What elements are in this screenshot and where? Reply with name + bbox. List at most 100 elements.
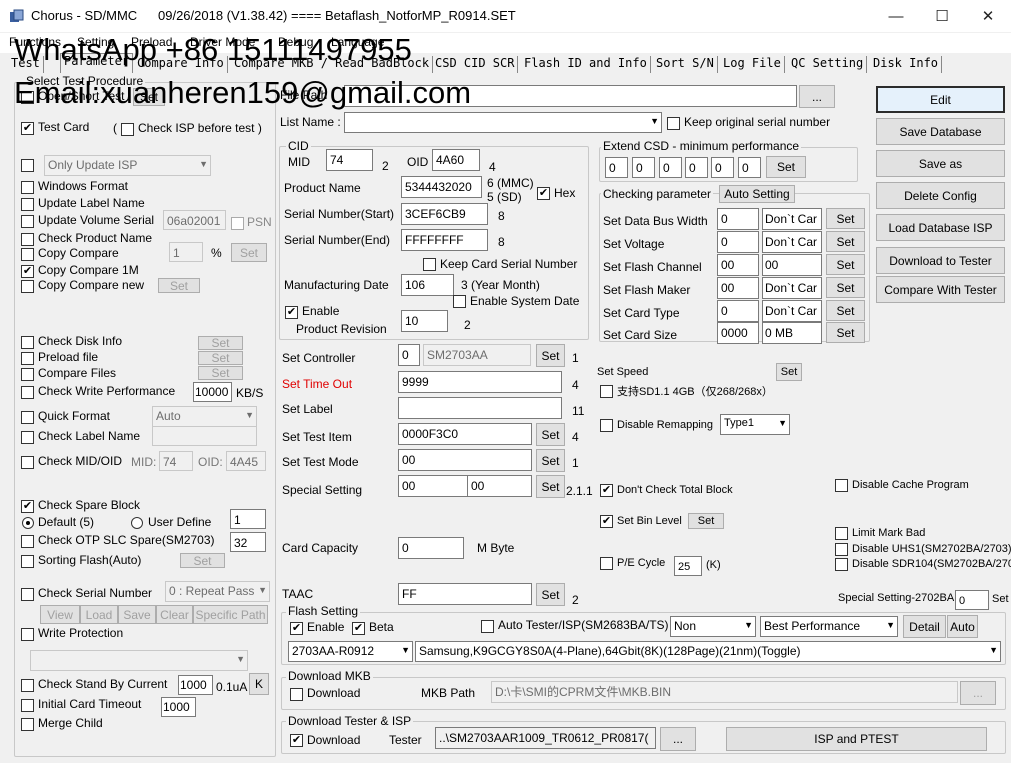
download-to-tester-button[interactable]: Download to Tester	[876, 247, 1005, 274]
csd-input-1[interactable]: 0	[605, 157, 628, 178]
tab-log-file[interactable]: Log File	[720, 56, 785, 73]
disable-sdr104-checkbox[interactable]	[835, 558, 848, 571]
initial-card-timeout-checkbox[interactable]	[21, 699, 34, 712]
isp-ptest-button[interactable]: ISP and PTEST	[726, 727, 987, 751]
special-input-2[interactable]: 00	[467, 475, 532, 497]
auto-button[interactable]: Auto	[947, 615, 978, 638]
serial-start-input[interactable]: 3CEF6CB9	[401, 203, 488, 225]
tab-disk-info[interactable]: Disk Info	[870, 56, 943, 73]
windows-format-checkbox[interactable]	[21, 181, 34, 194]
special-2702-set-button[interactable]: Set	[992, 593, 1009, 605]
test-mode-set-button[interactable]: Set	[536, 449, 565, 472]
check-mid-oid-checkbox[interactable]	[21, 456, 34, 469]
check-row-value[interactable]: 0	[717, 208, 759, 230]
write-performance-input[interactable]: 10000	[193, 382, 232, 402]
sorting-flash-checkbox[interactable]	[21, 555, 34, 568]
auto-setting-button[interactable]: Auto Setting	[719, 185, 795, 203]
card-capacity-input[interactable]: 0	[398, 537, 464, 559]
tester-download-checkbox[interactable]: ✔	[290, 734, 303, 747]
mkb-browse-button[interactable]: ...	[960, 681, 996, 705]
stand-by-current-input[interactable]: 1000	[178, 675, 213, 695]
check-row-value[interactable]: 0000	[717, 322, 759, 344]
sd11-checkbox[interactable]	[600, 385, 613, 398]
time-out-input[interactable]: 9999	[398, 371, 562, 393]
volume-serial-input[interactable]: 06a02001	[163, 210, 226, 230]
merge-child-checkbox[interactable]	[21, 718, 34, 731]
product-name-input[interactable]: 5344432020	[401, 176, 482, 198]
oid-param-input[interactable]: 4A60	[432, 149, 480, 171]
check-otp-slc-checkbox[interactable]	[21, 535, 34, 548]
test-item-input[interactable]: 0000F3C0	[398, 423, 532, 445]
save-database-button[interactable]: Save Database	[876, 118, 1005, 145]
quick-format-select[interactable]: Auto ▼	[152, 406, 257, 427]
serial-number-select[interactable]: 0 : Repeat Pass ▼	[165, 581, 270, 602]
remap-type-select[interactable]: Type1 ▼	[720, 414, 790, 435]
clear-button[interactable]: Clear	[156, 605, 193, 624]
tester-path-input[interactable]: ..\SM2703AAR1009_TR0612_PR0817(	[435, 727, 656, 749]
default-radio[interactable]	[22, 517, 34, 529]
copy-compare-1m-checkbox[interactable]: ✔	[21, 265, 34, 278]
special-2702-input[interactable]: 0	[955, 590, 989, 610]
copy-compare-new-set-button[interactable]: Set	[158, 278, 200, 293]
flash-select[interactable]: Samsung,K9GCGY8S0A(4-Plane),64Gbit(8K)(1…	[415, 641, 1001, 662]
disable-cache-checkbox[interactable]	[835, 479, 848, 492]
initial-card-timeout-input[interactable]: 1000	[161, 697, 196, 717]
edit-button[interactable]: Edit	[876, 86, 1005, 113]
close-button[interactable]: ✕	[965, 0, 1011, 32]
check-row-condition[interactable]: Don`t Car	[762, 208, 822, 230]
check-row-condition[interactable]: 0 MB	[762, 322, 822, 344]
test-card-checkbox[interactable]: ✔	[21, 122, 34, 135]
enable-revision-checkbox[interactable]: ✔	[285, 306, 298, 319]
csd-input-5[interactable]: 0	[711, 157, 734, 178]
label-input[interactable]	[398, 397, 562, 419]
taac-input[interactable]: FF	[398, 583, 532, 605]
copy-compare-set-button[interactable]: Set	[231, 243, 267, 262]
load-database-isp-button[interactable]: Load Database ISP	[876, 214, 1005, 241]
check-disk-info-checkbox[interactable]	[21, 336, 34, 349]
preload-file-set-button[interactable]: Set	[198, 351, 243, 365]
check-product-name-checkbox[interactable]	[21, 233, 34, 246]
csd-input-6[interactable]: 0	[738, 157, 761, 178]
enable-system-date-checkbox[interactable]	[453, 295, 466, 308]
check-write-performance-checkbox[interactable]	[21, 386, 34, 399]
save-button[interactable]: Save	[118, 605, 156, 624]
set-bin-level-checkbox[interactable]: ✔	[600, 515, 613, 528]
check-row-set-button[interactable]: Set	[826, 231, 865, 252]
disk-info-set-button[interactable]: Set	[198, 336, 243, 350]
best-performance-select[interactable]: Best Performance ▼	[760, 616, 898, 637]
compare-with-tester-button[interactable]: Compare With Tester	[876, 276, 1005, 303]
check-row-condition[interactable]: Don`t Car	[762, 300, 822, 322]
otp-slc-input[interactable]: 32	[230, 532, 266, 552]
controller-input-2[interactable]: SM2703AA	[423, 344, 531, 366]
check-row-condition[interactable]: 00	[762, 254, 822, 276]
keep-card-serial-checkbox[interactable]	[423, 258, 436, 271]
write-protection-checkbox[interactable]	[21, 628, 34, 641]
copy-compare-checkbox[interactable]	[21, 248, 34, 261]
special-input-1[interactable]: 00	[398, 475, 468, 497]
special-set-button[interactable]: Set	[536, 475, 565, 498]
check-row-condition[interactable]: Don`t Car	[762, 277, 822, 299]
taac-set-button[interactable]: Set	[536, 583, 565, 606]
tab-csd-cid-scr[interactable]: CSD CID SCR	[432, 56, 519, 73]
check-row-set-button[interactable]: Set	[826, 322, 865, 343]
controller-set-button[interactable]: Set	[536, 344, 565, 367]
disable-remapping-checkbox[interactable]	[600, 419, 613, 432]
compare-files-set-button[interactable]: Set	[198, 366, 243, 380]
non-select[interactable]: Non ▼	[670, 616, 756, 637]
quick-format-checkbox[interactable]	[21, 411, 34, 424]
csd-input-4[interactable]: 0	[685, 157, 708, 178]
view-button[interactable]: View	[40, 605, 80, 624]
tester-browse-button[interactable]: ...	[660, 727, 696, 751]
check-row-value[interactable]: 00	[717, 254, 759, 276]
sorting-flash-set-button[interactable]: Set	[180, 553, 225, 568]
check-stand-by-current-checkbox[interactable]	[21, 679, 34, 692]
pe-cycle-checkbox[interactable]	[600, 557, 613, 570]
auto-tester-checkbox[interactable]	[481, 620, 494, 633]
oid-check-input[interactable]: 4A45	[226, 451, 266, 471]
csd-input-3[interactable]: 0	[659, 157, 682, 178]
minimize-button[interactable]: —	[873, 0, 919, 32]
only-update-isp-select[interactable]: Only Update ISP ▼	[44, 155, 211, 176]
bin-level-set-button[interactable]: Set	[688, 513, 724, 529]
mkb-download-checkbox[interactable]	[290, 688, 303, 701]
pe-cycle-input[interactable]: 25	[674, 556, 702, 576]
